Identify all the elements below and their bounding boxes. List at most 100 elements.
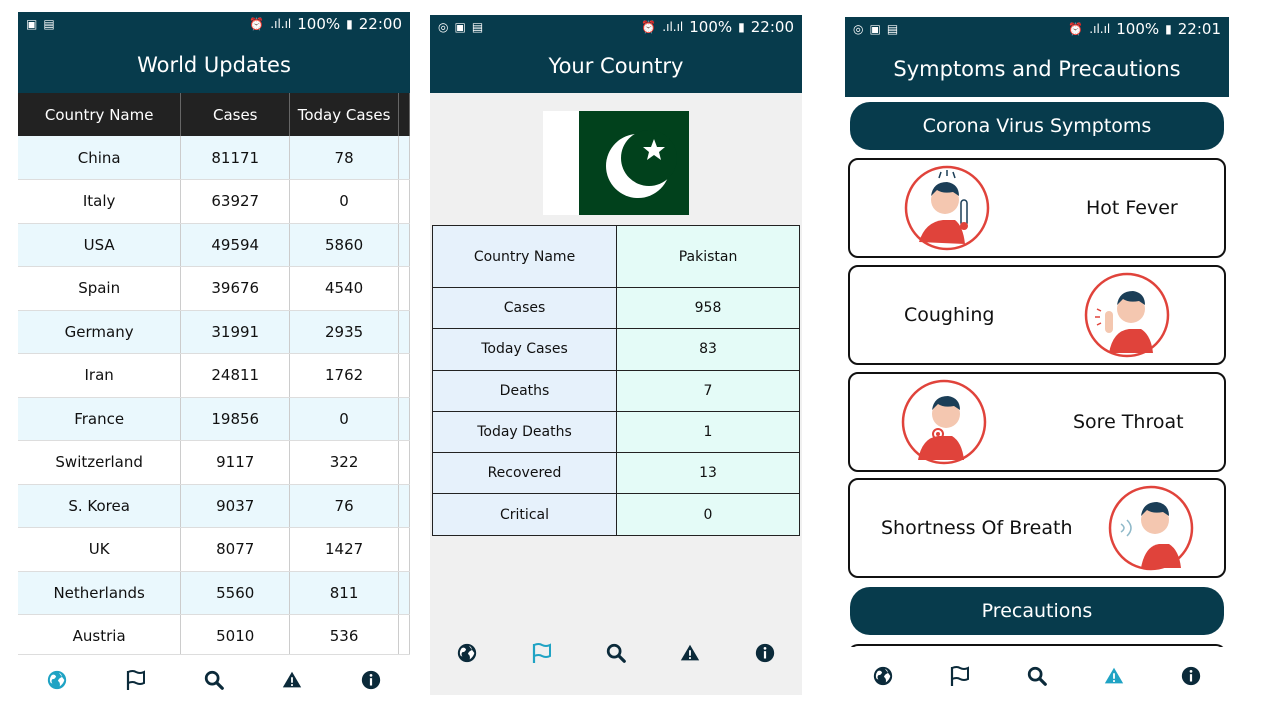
cases-cell: 63927 <box>180 179 291 224</box>
header-today-cases: Today Cases <box>289 93 399 136</box>
stat-value: 1 <box>616 410 800 454</box>
precautions-button[interactable]: Precautions <box>850 587 1224 635</box>
table-row[interactable]: UK 8077 1427 <box>18 527 410 572</box>
symptom-label: Shortness Of Breath <box>881 517 1073 539</box>
overflow-cell <box>398 527 410 572</box>
country-cell: Netherlands <box>18 571 182 615</box>
alarm-icon: ⏰ <box>1068 22 1084 36</box>
country-cell: Austria <box>18 614 182 659</box>
stat-label: Recovered <box>432 452 617 495</box>
stat-label: Country Name <box>432 225 617 288</box>
alarm-icon: ⏰ <box>249 17 265 31</box>
clock: 22:00 <box>358 15 402 33</box>
stat-value: 83 <box>616 328 800 371</box>
country-cell: China <box>18 136 182 180</box>
country-cell: S. Korea <box>18 484 182 528</box>
header-cases: Cases <box>180 93 291 136</box>
stat-label: Today Cases <box>432 328 617 371</box>
symptoms-button[interactable]: Corona Virus Symptoms <box>850 102 1224 150</box>
overflow-cell <box>398 353 410 398</box>
table-row: Recovered 13 <box>432 452 800 495</box>
status-bar: ▣ ▤ ⏰ .ıl.ıl 100% ▮ 22:00 <box>18 12 410 36</box>
table-row[interactable]: Spain 39676 4540 <box>18 266 410 311</box>
nav-flag-button[interactable] <box>116 663 156 703</box>
status-bar: ◎ ▣ ▤ ⏰ .ıl.ıl 100% ▮ 22:01 <box>845 17 1229 41</box>
symptom-card-breath[interactable]: Shortness Of Breath <box>848 478 1226 578</box>
whatsapp-icon: ◎ <box>853 22 864 36</box>
nav-warning-button[interactable] <box>1094 659 1134 699</box>
cases-cell: 31991 <box>180 310 291 354</box>
table-row[interactable]: Italy 63927 0 <box>18 179 410 224</box>
stat-value: 958 <box>616 286 800 330</box>
table-row: Country Name Pakistan <box>432 225 800 288</box>
table-row[interactable]: Netherlands 5560 811 <box>18 571 410 615</box>
today-cases-cell: 0 <box>289 179 399 224</box>
overflow-cell <box>398 484 410 528</box>
signal-icon: .ıl.ıl <box>1089 22 1111 36</box>
globe-icon <box>872 665 894 692</box>
overflow-cell <box>398 571 410 615</box>
signal-icon: .ıl.ıl <box>662 20 684 34</box>
world-table: Country Name Cases Today Cases China 8117… <box>18 93 410 659</box>
nav-info-button[interactable] <box>1171 659 1211 699</box>
nav-globe-button[interactable] <box>37 663 77 703</box>
cases-cell: 9037 <box>180 484 291 528</box>
country-table: Country Name Pakistan Cases 958 Today Cases 8… <box>432 225 800 536</box>
battery-icon: ▮ <box>1165 22 1172 36</box>
today-cases-cell: 76 <box>289 484 399 528</box>
nav-search-button[interactable] <box>1017 659 1057 699</box>
search-icon <box>605 642 627 669</box>
nav-flag-button[interactable] <box>522 636 562 676</box>
table-row[interactable]: France 19856 0 <box>18 397 410 441</box>
table-row[interactable]: USA 49594 5860 <box>18 223 410 267</box>
today-cases-cell: 78 <box>289 136 399 180</box>
table-row[interactable]: Austria 5010 536 <box>18 614 410 659</box>
country-cell: Switzerland <box>18 440 182 485</box>
overflow-cell <box>398 310 410 354</box>
info-icon <box>360 669 382 696</box>
search-icon <box>203 669 225 696</box>
gallery-icon: ▣ <box>26 17 38 31</box>
warning-icon <box>1103 665 1125 692</box>
symptom-card-fever[interactable]: Hot Fever <box>848 158 1226 258</box>
today-cases-cell: 322 <box>289 440 399 485</box>
stat-value: 7 <box>616 369 800 412</box>
your-country-screen: ◎ ▣ ▤ ⏰ .ıl.ıl 100% ▮ 22:00 Your Country… <box>430 15 802 695</box>
table-row[interactable]: S. Korea 9037 76 <box>18 484 410 528</box>
symptom-card-coughing[interactable]: Coughing <box>848 265 1226 365</box>
nav-search-button[interactable] <box>194 663 234 703</box>
table-row[interactable]: Germany 31991 2935 <box>18 310 410 354</box>
whatsapp-icon: ◎ <box>438 20 449 34</box>
table-row[interactable]: China 81171 78 <box>18 136 410 180</box>
nav-globe-button[interactable] <box>863 659 903 699</box>
country-cell: UK <box>18 527 182 572</box>
symptom-card-sore-throat[interactable]: Sore Throat <box>848 372 1226 472</box>
sore-throat-illustration <box>900 378 988 466</box>
stat-label: Cases <box>432 286 617 330</box>
nav-globe-button[interactable] <box>447 636 487 676</box>
nav-info-button[interactable] <box>351 663 391 703</box>
overflow-cell <box>398 223 410 267</box>
bottom-nav <box>430 628 802 683</box>
nav-flag-button[interactable] <box>940 659 980 699</box>
table-row[interactable]: Switzerland 9117 322 <box>18 440 410 485</box>
bottom-nav <box>18 654 410 710</box>
table-row: Deaths 7 <box>432 369 800 412</box>
nav-search-button[interactable] <box>596 636 636 676</box>
battery-percent: 100% <box>1116 20 1160 38</box>
table-row[interactable]: Iran 24811 1762 <box>18 353 410 398</box>
status-bar: ◎ ▣ ▤ ⏰ .ıl.ıl 100% ▮ 22:00 <box>430 15 802 39</box>
today-cases-cell: 4540 <box>289 266 399 311</box>
header-country: Country Name <box>18 93 182 136</box>
today-cases-cell: 811 <box>289 571 399 615</box>
stat-value: Pakistan <box>616 225 800 288</box>
stat-label: Deaths <box>432 369 617 412</box>
table-row: Cases 958 <box>432 286 800 330</box>
symptom-label: Hot Fever <box>1086 197 1178 219</box>
nav-info-button[interactable] <box>745 636 785 676</box>
cases-cell: 5010 <box>180 614 291 659</box>
nav-warning-button[interactable] <box>670 636 710 676</box>
search-icon <box>1026 665 1048 692</box>
overflow-cell <box>398 440 410 485</box>
nav-warning-button[interactable] <box>272 663 312 703</box>
